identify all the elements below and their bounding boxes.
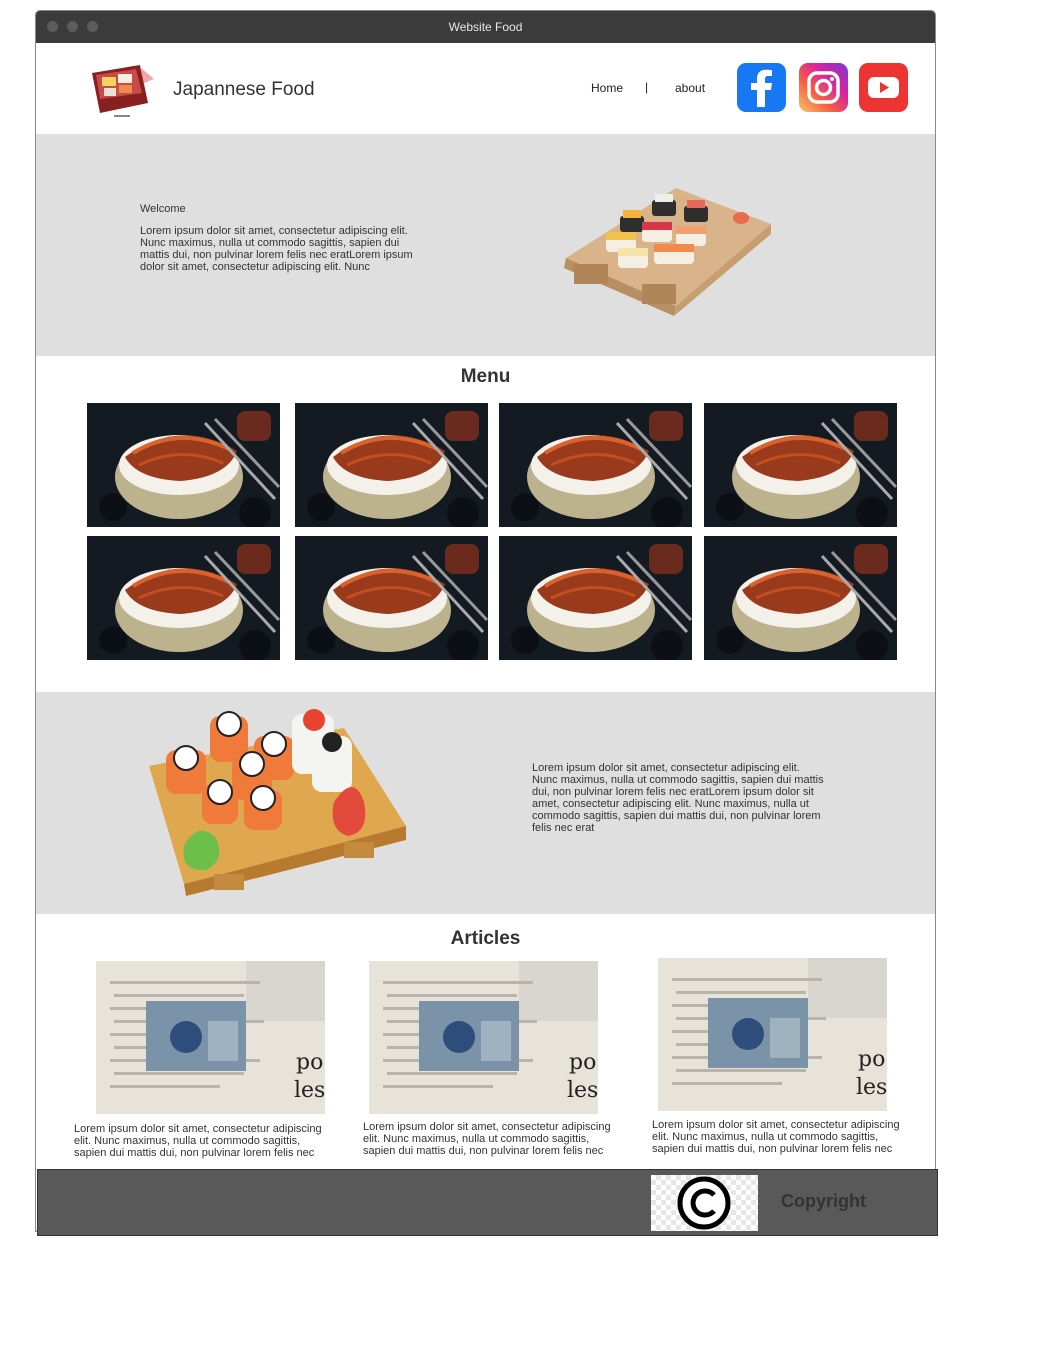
brand-name[interactable]: Japannese Food bbox=[173, 79, 315, 101]
window-titlebar: Website Food bbox=[36, 11, 935, 43]
bento-logo[interactable] bbox=[88, 59, 158, 119]
hero-welcome: Welcome bbox=[140, 203, 186, 215]
article-text: Lorem ipsum dolor sit amet, consectetur … bbox=[652, 1119, 900, 1155]
article-image[interactable]: po les bbox=[96, 961, 325, 1114]
svg-text:po: po bbox=[569, 1050, 596, 1075]
menu-item-image[interactable] bbox=[499, 536, 692, 660]
site-footer: Copyright bbox=[37, 1169, 938, 1236]
menu-item-image[interactable] bbox=[87, 403, 280, 527]
menu-item-image[interactable] bbox=[295, 403, 488, 527]
menu-item-image[interactable] bbox=[704, 536, 897, 660]
svg-text:po: po bbox=[296, 1050, 323, 1075]
hero-section: Welcome Lorem ipsum dolor sit amet, cons… bbox=[36, 134, 935, 356]
copyright-text: Copyright bbox=[781, 1191, 866, 1211]
facebook-icon[interactable] bbox=[737, 63, 786, 112]
article-image[interactable]: po les bbox=[369, 961, 598, 1114]
svg-text:les: les bbox=[294, 1078, 325, 1103]
svg-text:les: les bbox=[567, 1078, 598, 1103]
svg-text:les: les bbox=[856, 1075, 887, 1100]
youtube-icon[interactable] bbox=[859, 63, 908, 112]
site-header: Japannese Food Home | about bbox=[36, 43, 935, 134]
article-text: Lorem ipsum dolor sit amet, consectetur … bbox=[74, 1123, 322, 1159]
menu-item-image[interactable] bbox=[499, 403, 692, 527]
articles-heading: Articles bbox=[450, 928, 521, 949]
menu-item-image[interactable] bbox=[704, 403, 897, 527]
promo-text: Lorem ipsum dolor sit amet, consectetur … bbox=[532, 762, 824, 834]
hero-text: Lorem ipsum dolor sit amet, consectetur … bbox=[140, 225, 413, 273]
svg-text:po: po bbox=[858, 1047, 885, 1072]
instagram-icon[interactable] bbox=[799, 63, 848, 112]
menu-heading: Menu bbox=[460, 366, 511, 387]
promo-section: Lorem ipsum dolor sit amet, consectetur … bbox=[36, 692, 935, 914]
nav-about-link[interactable]: about bbox=[675, 81, 705, 95]
browser-window: Website Food Japannese Food Home | about bbox=[35, 10, 936, 1232]
window-title: Website Food bbox=[448, 20, 523, 34]
article-text: Lorem ipsum dolor sit amet, consectetur … bbox=[363, 1121, 611, 1157]
nav-separator: | bbox=[645, 80, 649, 94]
copyright-icon bbox=[651, 1175, 758, 1231]
menu-item-image[interactable] bbox=[295, 536, 488, 660]
nav-home-link[interactable]: Home bbox=[591, 81, 623, 95]
article-image[interactable]: po les bbox=[658, 958, 887, 1111]
sushi-platter-image bbox=[564, 188, 771, 316]
menu-item-image[interactable] bbox=[87, 536, 280, 660]
sushi-board-image bbox=[149, 709, 406, 896]
